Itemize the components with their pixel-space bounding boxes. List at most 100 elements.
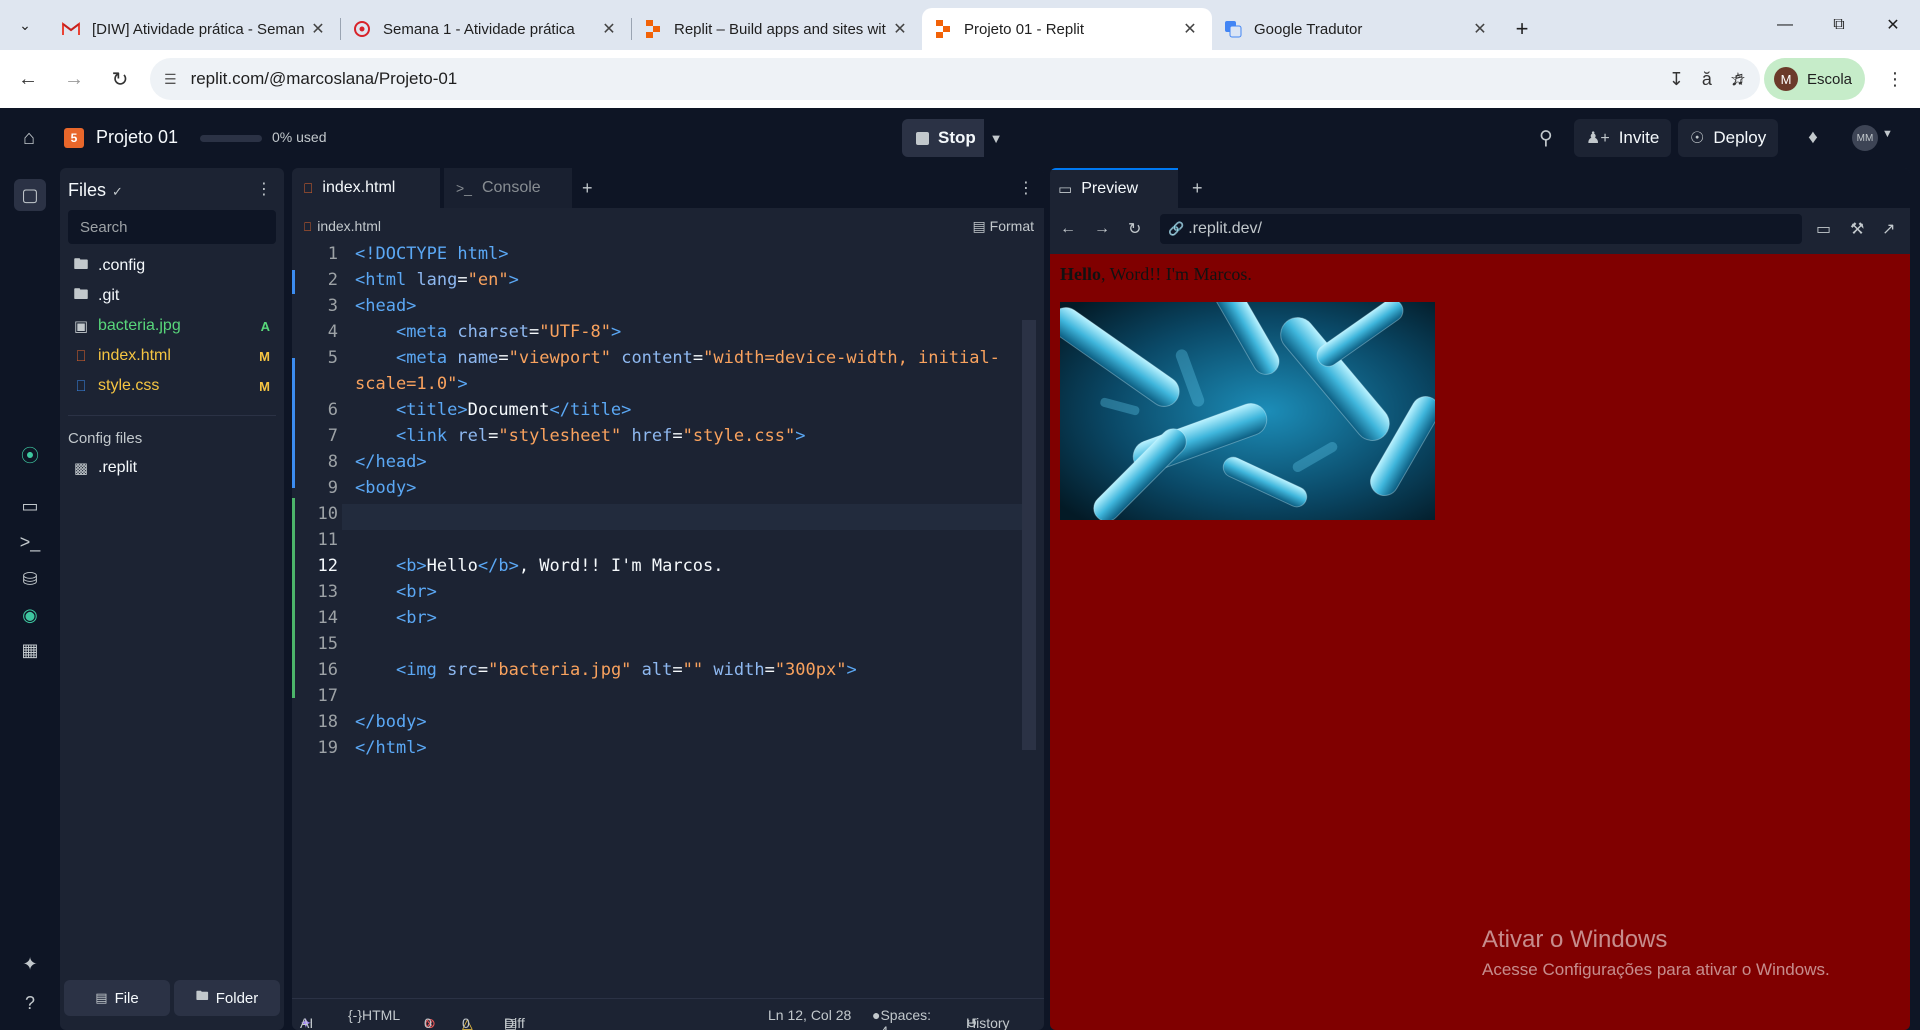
chevron-down-icon[interactable]: ▼ (1882, 128, 1893, 140)
code-line[interactable]: <br> (355, 582, 437, 602)
tab-search-chevron-icon[interactable]: ⌄ (0, 0, 50, 50)
git-icon[interactable]: ⦿ (14, 439, 46, 471)
webview-icon[interactable]: ▭ (14, 490, 46, 522)
preview-url-field[interactable]: 🔗 .replit.dev/ (1160, 214, 1802, 244)
code-line[interactable]: <html lang="en"> (355, 270, 519, 290)
preview-forward-icon[interactable]: → (1094, 214, 1110, 244)
file-item-bacteria[interactable]: ▣ bacteria.jpg A (60, 312, 284, 340)
run-options-chevron-icon[interactable]: ▼ (984, 119, 1008, 157)
file-item-style[interactable]: ⎕ style.css M (60, 372, 284, 400)
site-info-icon[interactable]: ☰ (164, 71, 177, 88)
files-panel: Files ✓ ⋮ Search 🖿 .config 🖿 .git ▣ bacte… (60, 168, 284, 1030)
browser-tab-projeto01[interactable]: Projeto 01 - Replit ✕ (922, 8, 1212, 50)
spaces-indicator[interactable]: ● Spaces: 4 (872, 1007, 931, 1030)
invite-button[interactable]: ♟+ Invite (1574, 119, 1672, 157)
browser-tab-gmail[interactable]: [DIW] Atividade prática - Seman ✕ (50, 8, 340, 50)
editor-menu-icon[interactable]: ⋮ (1018, 178, 1034, 198)
deploy-button[interactable]: ☉ Deploy (1678, 119, 1779, 157)
editor-scrollbar[interactable] (1022, 320, 1036, 750)
file-item-replit[interactable]: ▩ .replit (60, 454, 284, 482)
browser-tab-google-tradutor[interactable]: Google Tradutor ✕ (1212, 8, 1502, 50)
devtools-wrench-icon[interactable]: ⚒ (1850, 214, 1864, 244)
code-line[interactable]: <b>Hello</b>, Word!! I'm Marcos. (355, 556, 724, 576)
user-avatar[interactable]: MM (1852, 125, 1878, 151)
files-tool-icon[interactable]: ▢ (14, 179, 46, 211)
code-line[interactable]: </head> (355, 452, 427, 472)
code-line[interactable]: <body> (355, 478, 416, 498)
new-tab-button[interactable]: + (1502, 8, 1542, 50)
globe-icon[interactable]: ◉ (14, 599, 46, 631)
usage-text: 0% used (272, 129, 327, 145)
close-icon[interactable]: ✕ (1470, 19, 1490, 39)
add-tab-icon[interactable]: + (1192, 178, 1203, 199)
home-icon[interactable]: ⌂ (14, 125, 44, 151)
back-icon[interactable]: ← (10, 61, 46, 97)
language-indicator[interactable]: {-} HTML (348, 1007, 400, 1023)
tab-index-html[interactable]: ⎕ index.html (292, 168, 440, 208)
all-tools-icon[interactable]: ▦ (14, 634, 46, 666)
url-text: replit.com/@marcoslana/Projeto-01 (190, 69, 458, 88)
code-line[interactable]: <br> (355, 608, 437, 628)
browser-tab-replit-home[interactable]: Replit – Build apps and sites wit ✕ (632, 8, 922, 50)
tab-title: Semana 1 - Atividade prática (383, 20, 575, 38)
files-menu-icon[interactable]: ⋮ (256, 179, 272, 199)
file-item-config[interactable]: 🖿 .config (60, 252, 284, 280)
code-line[interactable]: <img src="bacteria.jpg" alt="" width="30… (355, 660, 857, 680)
files-header: Files ✓ (68, 180, 123, 201)
database-icon[interactable]: ⛁ (14, 563, 46, 595)
restore-icon[interactable]: ⧉ (1812, 0, 1866, 50)
file-item-git[interactable]: 🖿 .git (60, 282, 284, 310)
close-window-icon[interactable]: ✕ (1866, 0, 1920, 50)
preview-back-icon[interactable]: ← (1060, 214, 1076, 244)
profile-chip[interactable]: M Escola (1764, 58, 1865, 100)
breadcrumb[interactable]: ⎕ index.html (304, 218, 381, 235)
image-icon: ▣ (73, 318, 89, 335)
code-line[interactable]: <title>Document</title> (355, 400, 631, 420)
new-file-button[interactable]: ▤ File (64, 980, 170, 1016)
minimize-icon[interactable]: — (1758, 0, 1812, 50)
browser-menu-icon[interactable]: ⋮ (1880, 62, 1910, 96)
url-field[interactable]: ☰ replit.com/@marcoslana/Projeto-01 ↧ ă … (150, 58, 1760, 100)
browser-tab-semana[interactable]: Semana 1 - Atividade prática ✕ (341, 8, 631, 50)
bell-icon[interactable]: ♦ (1799, 125, 1827, 151)
shell-icon[interactable]: >_ (14, 526, 46, 558)
deploy-icon: ☉ (1690, 130, 1705, 147)
sparkle-icon[interactable]: ✦ (14, 948, 46, 980)
line-number: 2 (327, 270, 338, 290)
code-line[interactable]: <meta name="viewport" content="width=dev… (355, 348, 1000, 368)
code-line[interactable]: </body> (355, 712, 427, 732)
project-name[interactable]: Projeto 01 (96, 127, 178, 148)
forward-icon[interactable]: → (56, 61, 92, 97)
close-icon[interactable]: ✕ (599, 19, 619, 39)
new-folder-button[interactable]: 🖿 Folder (174, 980, 280, 1016)
file-item-index[interactable]: ⎕ index.html M (60, 342, 284, 370)
media-control-icon[interactable]: ♬ (1722, 61, 1758, 97)
tab-preview[interactable]: ▭ Preview (1050, 168, 1178, 208)
code-line[interactable]: <meta charset="UTF-8"> (355, 322, 621, 342)
add-tab-icon[interactable]: + (582, 178, 593, 199)
code-line[interactable]: </html> (355, 738, 427, 758)
install-app-icon[interactable]: ↧ (1669, 69, 1684, 90)
close-icon[interactable]: ✕ (1180, 19, 1200, 39)
translate-icon[interactable]: ă (1702, 69, 1712, 90)
search-icon[interactable]: ⚲ (1532, 125, 1560, 151)
reload-icon[interactable]: ↻ (102, 61, 138, 97)
help-icon[interactable]: ? (14, 987, 46, 1019)
cursor-position[interactable]: Ln 12, Col 28 (768, 1007, 851, 1023)
preview-reload-icon[interactable]: ↻ (1128, 214, 1141, 244)
format-button[interactable]: ▤ Format (973, 218, 1034, 235)
devices-icon[interactable]: ▭ (1816, 214, 1831, 244)
tab-console[interactable]: >_ Console (444, 168, 572, 208)
close-icon[interactable]: ✕ (890, 19, 910, 39)
stop-button[interactable]: Stop (902, 119, 984, 157)
code-line[interactable]: <link rel="stylesheet" href="style.css"> (355, 426, 806, 446)
code-line[interactable]: scale=1.0"> (355, 374, 468, 394)
windows-activation-subtitle: Acesse Configurações para ativar o Windo… (1482, 960, 1830, 979)
warnings-count: 0 (462, 1014, 470, 1030)
files-search-input[interactable]: Search (68, 210, 276, 244)
close-icon[interactable]: ✕ (308, 19, 328, 39)
code-line[interactable]: <head> (355, 296, 416, 316)
open-new-tab-icon[interactable]: ↗ (1882, 214, 1895, 244)
line-number: 4 (327, 322, 338, 342)
code-line[interactable]: <!DOCTYPE html> (355, 244, 509, 264)
